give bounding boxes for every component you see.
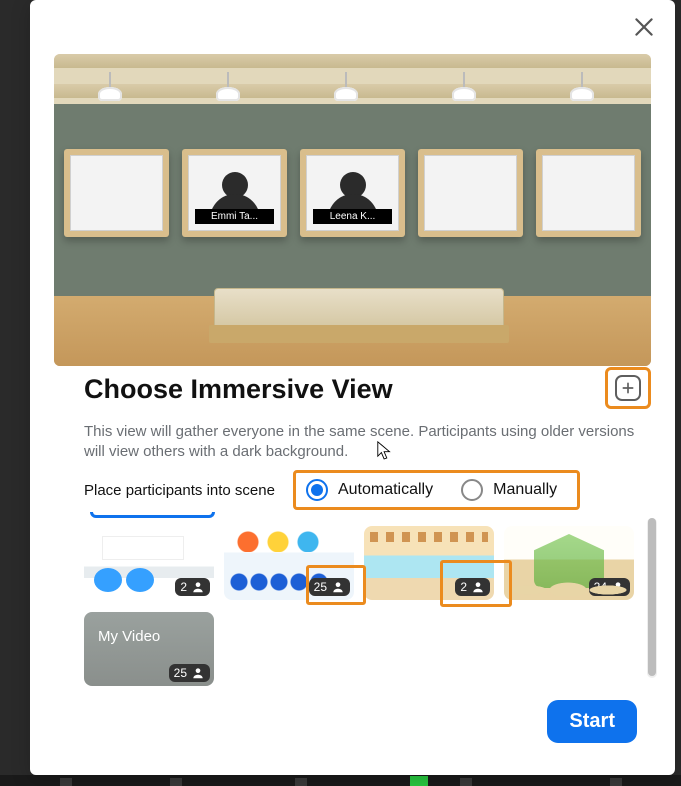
radio-icon [461, 479, 483, 501]
scene-thumbnail[interactable]: 24 [504, 526, 634, 600]
capacity-count: 2 [180, 580, 187, 594]
plus-icon [620, 380, 636, 396]
capacity-badge: 25 [169, 664, 210, 682]
placement-label: Place participants into scene [84, 482, 275, 499]
person-icon [191, 666, 205, 680]
my-video-thumbnail[interactable]: My Video 25 [84, 612, 214, 686]
radio-label: Automatically [338, 481, 433, 499]
immersive-view-modal: Emmi Ta... Leena K... Choose Immersive V… [30, 0, 675, 775]
capacity-badge: 2 [175, 578, 210, 596]
add-scene-button[interactable] [615, 375, 641, 401]
scene-thumbnail[interactable]: 2 [84, 526, 214, 600]
close-icon [631, 14, 657, 40]
person-icon [331, 580, 345, 594]
start-button[interactable]: Start [547, 700, 637, 743]
scene-thumbnail[interactable]: 25 [224, 526, 354, 600]
person-icon [611, 580, 625, 594]
scene-thumbnail[interactable]: 2 [364, 526, 494, 600]
my-video-label: My Video [98, 628, 160, 645]
placement-row: Place participants into scene Automatica… [84, 470, 580, 510]
participant-slot: Emmi Ta... [195, 162, 274, 224]
person-icon [471, 580, 485, 594]
radio-icon [306, 479, 328, 501]
capacity-badge: 24 [589, 578, 630, 596]
add-scene-highlight [605, 367, 651, 409]
app-toolbar-partial [0, 775, 681, 786]
capacity-badge: 25 [309, 578, 350, 596]
participant-slot: Leena K... [313, 162, 392, 224]
selected-scene-indicator [90, 512, 215, 518]
close-button[interactable] [631, 14, 657, 40]
radio-automatically[interactable]: Automatically [306, 479, 433, 501]
capacity-count: 2 [460, 580, 467, 594]
scene-thumbnails: 2 25 2 24 [84, 512, 656, 692]
scrollbar[interactable] [647, 518, 657, 678]
placement-options-highlight: Automatically Manually [293, 470, 580, 510]
modal-title: Choose Immersive View [84, 374, 393, 405]
radio-label: Manually [493, 481, 557, 499]
person-icon [191, 580, 205, 594]
participant-name: Leena K... [313, 209, 392, 224]
capacity-badge: 2 [455, 578, 490, 596]
scene-preview: Emmi Ta... Leena K... [54, 54, 651, 366]
capacity-count: 24 [594, 580, 607, 594]
participant-name: Emmi Ta... [195, 209, 274, 224]
modal-description: This view will gather everyone in the sa… [84, 422, 654, 463]
radio-manually[interactable]: Manually [461, 479, 557, 501]
capacity-count: 25 [314, 580, 327, 594]
scrollbar-handle[interactable] [648, 518, 656, 676]
capacity-count: 25 [174, 666, 187, 680]
